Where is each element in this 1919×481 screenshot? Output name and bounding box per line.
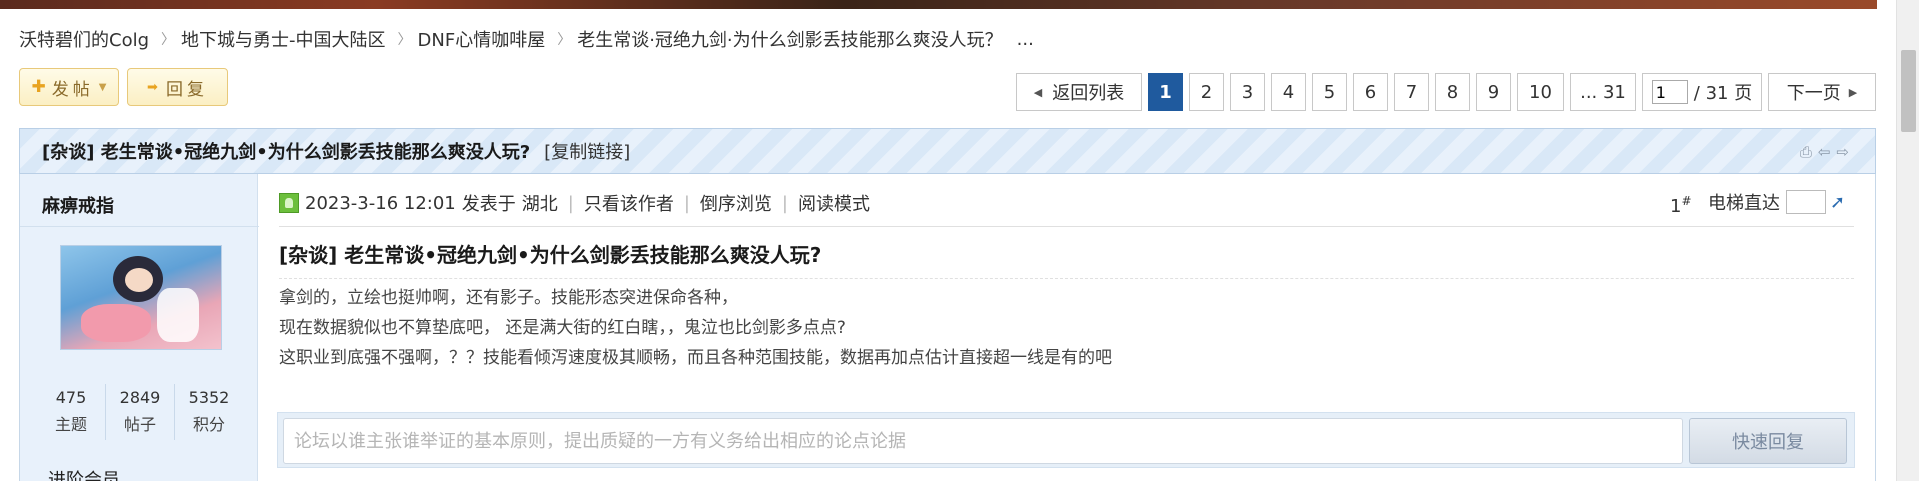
breadcrumb-item-region[interactable]: 地下城与勇士-中国大陆区 (181, 26, 386, 52)
reply-label: 回复 (165, 79, 208, 100)
back-to-list-button[interactable]: ◀ 返回列表 (1016, 73, 1142, 111)
stat-threads-label: 主题 (54, 415, 87, 434)
page-button-4[interactable]: 4 (1271, 73, 1306, 111)
meta-separator: | (683, 192, 690, 214)
chevron-down-icon: ▼ (98, 81, 107, 93)
page-scrollbar[interactable] (1896, 0, 1919, 481)
page-button-3[interactable]: 3 (1230, 73, 1265, 111)
page-jump: / 31 页 (1642, 73, 1762, 111)
breadcrumb: 沃特碧们的Colg 〉 地下城与勇士-中国大陆区 〉 DNF心情咖啡屋 〉 老生… (19, 26, 1034, 52)
page-button-2[interactable]: 2 (1189, 73, 1224, 111)
forum-banner (0, 0, 1877, 9)
stat-posts-value: 2849 (119, 388, 161, 407)
previous-thread-icon[interactable]: ⇦ (1818, 143, 1831, 161)
reading-mode-link[interactable]: 阅读模式 (798, 190, 870, 216)
back-to-list-label: 返回列表 (1052, 83, 1125, 104)
breadcrumb-item-site[interactable]: 沃特碧们的Colg (19, 26, 149, 52)
content-divider (279, 278, 1854, 279)
page-button-9[interactable]: 9 (1476, 73, 1511, 111)
floor-jump-label: 电梯直达 (1708, 193, 1780, 214)
reply-arrow-icon: ➡ (147, 79, 158, 95)
post-body-line: 这职业到底强不强啊，？？技能看倾泻速度极其顺畅，而且各种范围技能，数据再加点估计… (279, 348, 1112, 368)
page-jump-input[interactable] (1651, 80, 1688, 104)
floor-number-value: 1 (1670, 196, 1682, 217)
thread-tools: ⎙ ⇦ ⇨ (1800, 143, 1849, 161)
print-icon[interactable]: ⎙ (1800, 143, 1812, 161)
new-post-button[interactable]: ✚ 发帖 ▼ (19, 68, 119, 106)
copy-link-button[interactable]: [复制链接] (544, 138, 630, 164)
author-panel: 麻痹戒指 475 主题 2849 帖子 5352 积分 进阶会员 (19, 174, 259, 481)
online-status-icon (279, 193, 299, 213)
floor-symbol: # (1681, 194, 1692, 208)
author-name[interactable]: 麻痹戒指 (42, 192, 114, 218)
stat-credits[interactable]: 5352 积分 (175, 384, 243, 440)
meta-separator: | (567, 192, 574, 214)
post-location: 湖北 (521, 194, 558, 215)
quick-reply-input[interactable] (283, 418, 1683, 464)
thread-header: [杂谈] 老生常谈•冠绝九剑•为什么剑影丢技能那么爽没人玩? [复制链接] ⎙ … (19, 128, 1876, 174)
breadcrumb-separator: 〉 (161, 32, 176, 48)
breadcrumb-separator: 〉 (397, 32, 412, 48)
post-body-line: 现在数据貌似也不算垫底吧， 还是满大街的红白瞎，，鬼泣也比剑影多点点? (279, 318, 846, 338)
reverse-order-link[interactable]: 倒序浏览 (700, 190, 772, 216)
avatar[interactable] (60, 245, 222, 350)
breadcrumb-item-board[interactable]: DNF心情咖啡屋 (418, 26, 546, 52)
reply-button[interactable]: ➡ 回复 (127, 68, 228, 106)
page-button-8[interactable]: 8 (1435, 73, 1470, 111)
thread-title: [杂谈] 老生常谈•冠绝九剑•为什么剑影丢技能那么爽没人玩? (42, 142, 531, 163)
stat-credits-label: 积分 (192, 415, 225, 434)
last-page-button[interactable]: ... 31 (1570, 73, 1636, 111)
next-thread-icon[interactable]: ⇨ (1836, 143, 1849, 161)
next-page-label: 下一页 (1786, 83, 1841, 104)
stat-posts-label: 帖子 (123, 415, 156, 434)
breadcrumb-separator: 〉 (557, 32, 572, 48)
author-stats: 475 主题 2849 帖子 5352 积分 (37, 384, 243, 440)
page-button-6[interactable]: 6 (1353, 73, 1388, 111)
author-only-link[interactable]: 只看该作者 (584, 190, 674, 216)
meta-divider (279, 226, 1854, 227)
scrollbar-thumb[interactable] (1901, 50, 1916, 132)
plus-icon: ✚ (31, 77, 46, 97)
post-meta: 2023-3-16 12:01 发表于 湖北 | 只看该作者 | 倒序浏览 | … (279, 190, 870, 216)
breadcrumb-item-thread[interactable]: 老生常谈·冠绝九剑·为什么剑影丢技能那么爽没人玩？ (577, 26, 1002, 52)
page-button-7[interactable]: 7 (1394, 73, 1429, 111)
post-datetime: 2023-3-16 12:01 (305, 192, 456, 214)
next-page-button[interactable]: 下一页 ▶ (1768, 73, 1876, 111)
floor-jump: 电梯直达 ➚ (1708, 188, 1845, 216)
posted-from-label: 发表于 (461, 194, 516, 215)
post-body: 拿剑的，立绘也挺帅啊，还有影子。技能形态突进保命各种， 现在数据貌似也不算垫底吧… (279, 283, 1112, 373)
author-divider (20, 226, 259, 227)
page-button-5[interactable]: 5 (1312, 73, 1347, 111)
floor-jump-input[interactable] (1786, 190, 1826, 214)
meta-separator: | (781, 192, 788, 214)
stat-threads[interactable]: 475 主题 (37, 384, 106, 440)
page-button-10[interactable]: 10 (1517, 73, 1564, 111)
breadcrumb-ellipsis: ... (1016, 28, 1034, 50)
total-pages-label: / 31 页 (1693, 83, 1753, 104)
stat-threads-value: 475 (55, 388, 87, 407)
floor-number[interactable]: 1# (1670, 194, 1692, 217)
stat-credits-value: 5352 (188, 388, 230, 407)
post-body-line: 拿剑的，立绘也挺帅啊，还有影子。技能形态突进保命各种， (279, 288, 738, 308)
post-title: [杂谈] 老生常谈•冠绝九剑•为什么剑影丢技能那么爽没人玩? (279, 243, 822, 267)
quick-reply-button[interactable]: 快速回复 (1689, 418, 1847, 464)
stat-posts[interactable]: 2849 帖子 (106, 384, 175, 440)
triangle-left-icon: ◀ (1033, 85, 1043, 99)
triangle-right-icon: ▶ (1848, 85, 1858, 99)
new-post-label: 发帖 (51, 79, 94, 100)
author-rank: 进阶会员 (48, 470, 120, 481)
page-button-1[interactable]: 1 (1148, 73, 1183, 111)
jump-go-icon[interactable]: ➚ (1830, 192, 1845, 213)
